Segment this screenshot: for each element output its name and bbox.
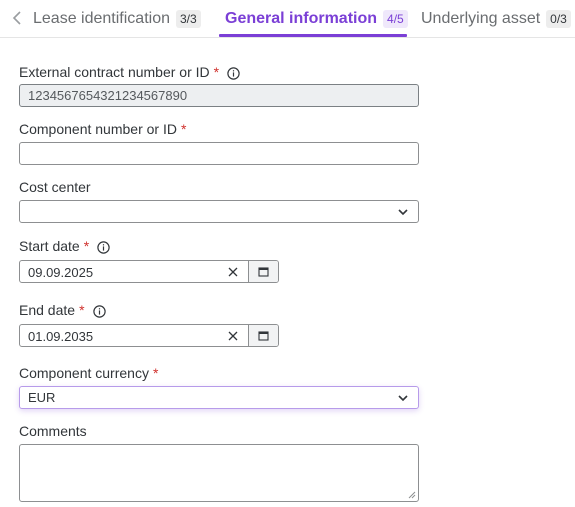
tab-underlying-asset[interactable]: Underlying asset 0/3 [421, 0, 571, 38]
info-icon[interactable] [97, 241, 110, 254]
field-label-text: Component currency [19, 365, 149, 381]
tab-count-badge: 0/3 [546, 10, 571, 28]
required-marker: * [83, 237, 90, 254]
tab-count-badge: 4/5 [383, 10, 408, 28]
tab-label: Underlying asset [421, 10, 541, 27]
cost-center-label: Cost center [19, 179, 91, 195]
start-date-picker[interactable]: 09.09.2025 [19, 260, 279, 283]
chevron-down-icon [398, 209, 408, 216]
field-label-text: Start date [19, 237, 80, 254]
clear-icon[interactable] [227, 266, 239, 278]
component-currency-select[interactable]: EUR [19, 386, 419, 409]
calendar-icon [258, 331, 269, 341]
component-number-field[interactable] [19, 142, 419, 165]
cost-center-select[interactable] [19, 200, 419, 223]
start-date-label: Start date * [19, 237, 110, 254]
tab-lease-identification[interactable]: Lease identification 3/3 [33, 0, 201, 38]
end-date-picker[interactable]: 01.09.2035 [19, 324, 279, 347]
required-marker: * [213, 63, 220, 80]
chevron-left-icon[interactable] [9, 9, 25, 27]
tab-bar: Lease identification 3/3 General informa… [0, 0, 575, 38]
calendar-button[interactable] [248, 261, 278, 282]
field-label-text: External contract number or ID [19, 63, 210, 80]
field-value: 1234567654321234567890 [28, 88, 188, 103]
required-marker: * [152, 365, 159, 381]
active-tab-indicator [219, 34, 407, 37]
required-marker: * [180, 121, 187, 137]
end-date-label: End date * [19, 301, 106, 318]
comments-label: Comments [19, 423, 87, 439]
info-icon[interactable] [227, 67, 240, 80]
calendar-button[interactable] [248, 325, 278, 346]
date-value: 09.09.2025 [28, 265, 94, 280]
resize-handle-icon[interactable] [408, 491, 416, 499]
component-number-label: Component number or ID * [19, 121, 186, 137]
comments-textarea[interactable] [19, 444, 419, 502]
field-label-text: Cost center [19, 179, 91, 195]
external-contract-label: External contract number or ID * [19, 63, 240, 80]
field-label-text: Component number or ID [19, 121, 177, 137]
required-marker: * [79, 301, 85, 318]
tab-label: Lease identification [33, 10, 170, 27]
field-label-text: Comments [19, 423, 87, 439]
field-value: EUR [28, 390, 56, 405]
calendar-icon [258, 267, 269, 277]
tab-general-information[interactable]: General information 4/5 [225, 0, 408, 38]
component-currency-label: Component currency * [19, 365, 158, 381]
clear-icon[interactable] [227, 330, 239, 342]
info-icon[interactable] [92, 305, 106, 318]
external-contract-field[interactable]: 1234567654321234567890 [19, 84, 419, 107]
chevron-down-icon [398, 395, 408, 402]
field-label-text: End date [19, 301, 76, 318]
date-value: 01.09.2035 [28, 329, 94, 344]
tab-count-badge: 3/3 [175, 10, 201, 28]
tab-label: General information [225, 10, 378, 27]
